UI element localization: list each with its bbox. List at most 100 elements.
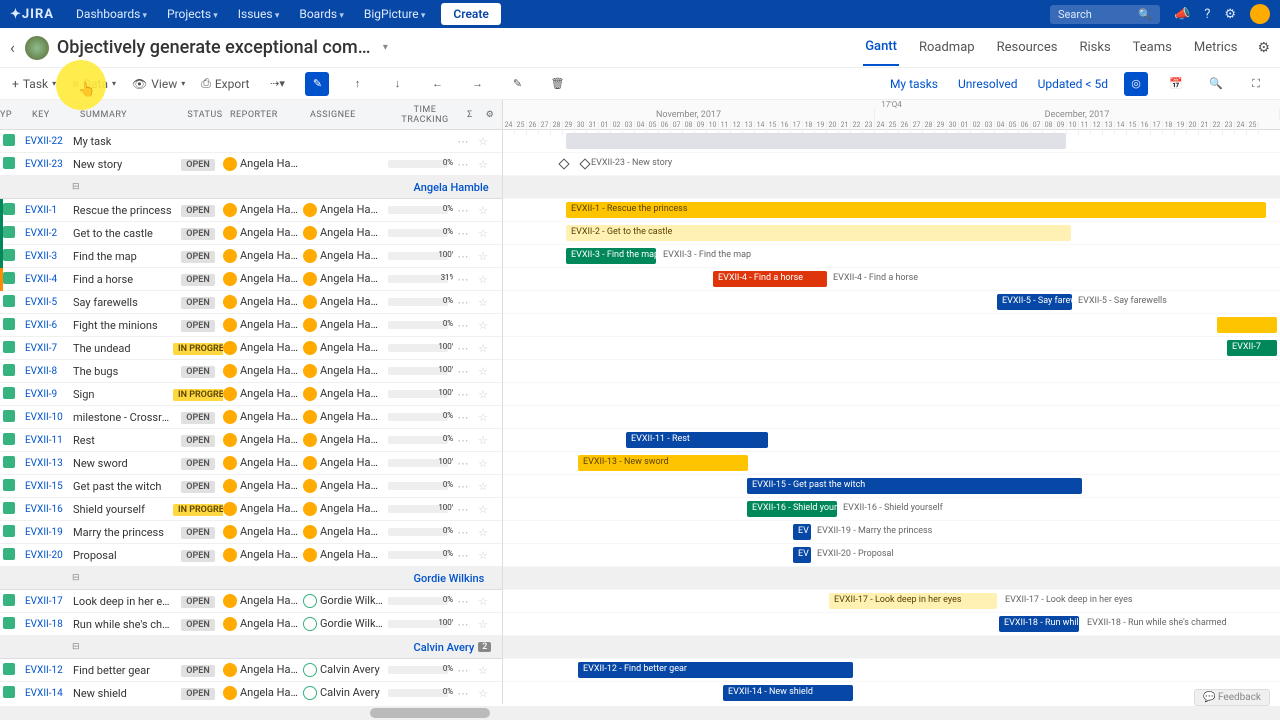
- issue-key[interactable]: EVXII-6: [21, 320, 73, 331]
- tab-metrics[interactable]: Metrics: [1192, 30, 1240, 65]
- move-down-icon[interactable]: ↓: [385, 72, 409, 96]
- tab-gantt[interactable]: Gantt: [863, 29, 899, 66]
- issue-key[interactable]: EVXII-4: [21, 274, 73, 285]
- issue-summary[interactable]: milestone - Crossroads: [73, 411, 173, 424]
- gantt-bar[interactable]: EVXII-1 - Rescue the princess: [566, 202, 1266, 218]
- assignee-cell[interactable]: Calvin Avery: [303, 686, 383, 700]
- delete-icon[interactable]: 🗑: [545, 72, 569, 96]
- star-icon[interactable]: ☆: [473, 135, 493, 148]
- task-row[interactable]: EVXII-17Look deep in her eyesOPENAngela …: [0, 590, 502, 613]
- move-up-icon[interactable]: ↑: [345, 72, 369, 96]
- task-row[interactable]: EVXII-5Say farewellsOPENAngela HambleAng…: [0, 291, 502, 314]
- data-dropdown[interactable]: ≡ Data: [72, 77, 116, 91]
- reporter-cell[interactable]: Angela Hamble: [223, 226, 303, 240]
- gantt-bar[interactable]: EVXII-4 - Find a horse: [713, 271, 827, 287]
- export-button[interactable]: ⎙ Export: [201, 76, 249, 91]
- issue-key[interactable]: EVXII-5: [21, 297, 73, 308]
- issue-summary[interactable]: New sword: [73, 457, 173, 470]
- menu-icon[interactable]: ⋯: [453, 411, 473, 424]
- star-icon[interactable]: ☆: [473, 319, 493, 332]
- assignee-cell[interactable]: Angela Hamble: [303, 318, 383, 332]
- assignee-cell[interactable]: Angela Hamble: [303, 203, 383, 217]
- issue-key[interactable]: EVXII-15: [21, 481, 73, 492]
- issue-key[interactable]: EVXII-10: [21, 412, 73, 423]
- reporter-cell[interactable]: Angela Hamble: [223, 341, 303, 355]
- task-row[interactable]: EVXII-7The undeadIN PROGRESAngela Hamble…: [0, 337, 502, 360]
- issue-summary[interactable]: Say farewells: [73, 296, 173, 309]
- issue-key[interactable]: EVXII-9: [21, 389, 73, 400]
- reporter-cell[interactable]: Angela Hamble: [223, 433, 303, 447]
- task-row[interactable]: EVXII-12Find better gearOPENAngela Hambl…: [0, 659, 502, 682]
- edit-icon[interactable]: ✎: [505, 72, 529, 96]
- view-dropdown[interactable]: 👁 View: [132, 77, 185, 91]
- assignee-cell[interactable]: Angela Hamble: [303, 479, 383, 493]
- star-icon[interactable]: ☆: [473, 158, 493, 171]
- menu-icon[interactable]: ⋯: [453, 664, 473, 677]
- star-icon[interactable]: ☆: [473, 273, 493, 286]
- assignee-cell[interactable]: Angela Hamble: [303, 410, 383, 424]
- find-icon[interactable]: 🔍: [1204, 72, 1228, 96]
- issue-summary[interactable]: Fight the minions: [73, 319, 173, 332]
- feedback-button[interactable]: 💬 Feedback: [1194, 689, 1270, 706]
- issue-key[interactable]: EVXII-22: [21, 136, 73, 147]
- issue-key[interactable]: EVXII-16: [21, 504, 73, 515]
- task-row[interactable]: EVXII-14New shieldOPENAngela HambleCalvi…: [0, 682, 502, 704]
- reporter-cell[interactable]: Angela Hamble: [223, 249, 303, 263]
- menu-icon[interactable]: ⋯: [453, 549, 473, 562]
- star-icon[interactable]: ☆: [473, 526, 493, 539]
- tab-roadmap[interactable]: Roadmap: [917, 30, 977, 65]
- outdent-icon[interactable]: ←: [425, 72, 449, 96]
- col-sigma[interactable]: Σ: [460, 110, 480, 120]
- gantt-bar[interactable]: EVXII-14 - New shield: [723, 685, 853, 701]
- link-mode-icon[interactable]: ⇢▾: [265, 72, 289, 96]
- assignee-cell[interactable]: Calvin Avery: [303, 663, 383, 677]
- menu-icon[interactable]: ⋯: [453, 319, 473, 332]
- star-icon[interactable]: ☆: [473, 227, 493, 240]
- issue-summary[interactable]: Marry the princess: [73, 526, 173, 539]
- menu-icon[interactable]: ⋯: [453, 296, 473, 309]
- gantt-bar[interactable]: EVXII-12 - Find better gear: [578, 662, 853, 678]
- issue-summary[interactable]: Sign: [73, 388, 173, 401]
- star-icon[interactable]: ☆: [473, 664, 493, 677]
- milestone-diamond[interactable]: [579, 158, 590, 169]
- gantt-bar[interactable]: [1217, 317, 1277, 333]
- issue-key[interactable]: EVXII-23: [21, 159, 73, 170]
- task-row[interactable]: EVXII-9SignIN PROGRESAngela HambleAngela…: [0, 383, 502, 406]
- calendar-icon[interactable]: 📅: [1164, 72, 1188, 96]
- issue-key[interactable]: EVXII-14: [21, 688, 73, 699]
- menu-icon[interactable]: ⋯: [453, 250, 473, 263]
- task-row[interactable]: EVXII-23New storyOPENAngela Hamble0%⋯☆: [0, 153, 502, 176]
- gantt-bar[interactable]: EVXII-16 - Shield yours: [747, 501, 837, 517]
- assignee-cell[interactable]: Angela Hamble: [303, 249, 383, 263]
- menu-icon[interactable]: ⋯: [453, 204, 473, 217]
- collapse-icon[interactable]: ⊟: [72, 573, 80, 583]
- col-reporter[interactable]: REPORTER: [230, 110, 310, 120]
- reporter-cell[interactable]: Angela Hamble: [223, 203, 303, 217]
- nav-menu-bigpicture[interactable]: BigPicture: [356, 3, 434, 25]
- task-row[interactable]: EVXII-11RestOPENAngela HambleAngela Hamb…: [0, 429, 502, 452]
- tab-resources[interactable]: Resources: [995, 30, 1060, 65]
- gantt-bar[interactable]: EVXII-15 - Get past the witch: [747, 478, 1082, 494]
- issue-key[interactable]: EVXII-8: [21, 366, 73, 377]
- gantt-bar[interactable]: [566, 133, 1066, 149]
- task-row[interactable]: EVXII-15Get past the witchOPENAngela Ham…: [0, 475, 502, 498]
- issue-key[interactable]: EVXII-1: [21, 205, 73, 216]
- nav-menu-boards[interactable]: Boards: [291, 3, 352, 25]
- star-icon[interactable]: ☆: [473, 250, 493, 263]
- assignee-cell[interactable]: Gordie Wilkins: [303, 617, 383, 631]
- menu-icon[interactable]: ⋯: [453, 158, 473, 171]
- gantt-bar[interactable]: EV: [793, 547, 811, 563]
- star-icon[interactable]: ☆: [473, 595, 493, 608]
- reporter-cell[interactable]: Angela Hamble: [223, 157, 303, 171]
- milestone-diamond[interactable]: [558, 158, 569, 169]
- issue-key[interactable]: EVXII-13: [21, 458, 73, 469]
- task-row[interactable]: EVXII-1Rescue the princessOPENAngela Ham…: [0, 199, 502, 222]
- gantt-bar[interactable]: EVXII-5 - Say farew: [997, 294, 1072, 310]
- task-row[interactable]: EVXII-3Find the mapOPENAngela HambleAnge…: [0, 245, 502, 268]
- assignee-cell[interactable]: Angela Hamble: [303, 295, 383, 309]
- group-row[interactable]: ⊟Angela Hamble: [0, 176, 502, 199]
- gantt-bar[interactable]: EVXII-7: [1227, 340, 1277, 356]
- issue-key[interactable]: EVXII-19: [21, 527, 73, 538]
- reporter-cell[interactable]: Angela Hamble: [223, 525, 303, 539]
- task-row[interactable]: EVXII-2Get to the castleOPENAngela Hambl…: [0, 222, 502, 245]
